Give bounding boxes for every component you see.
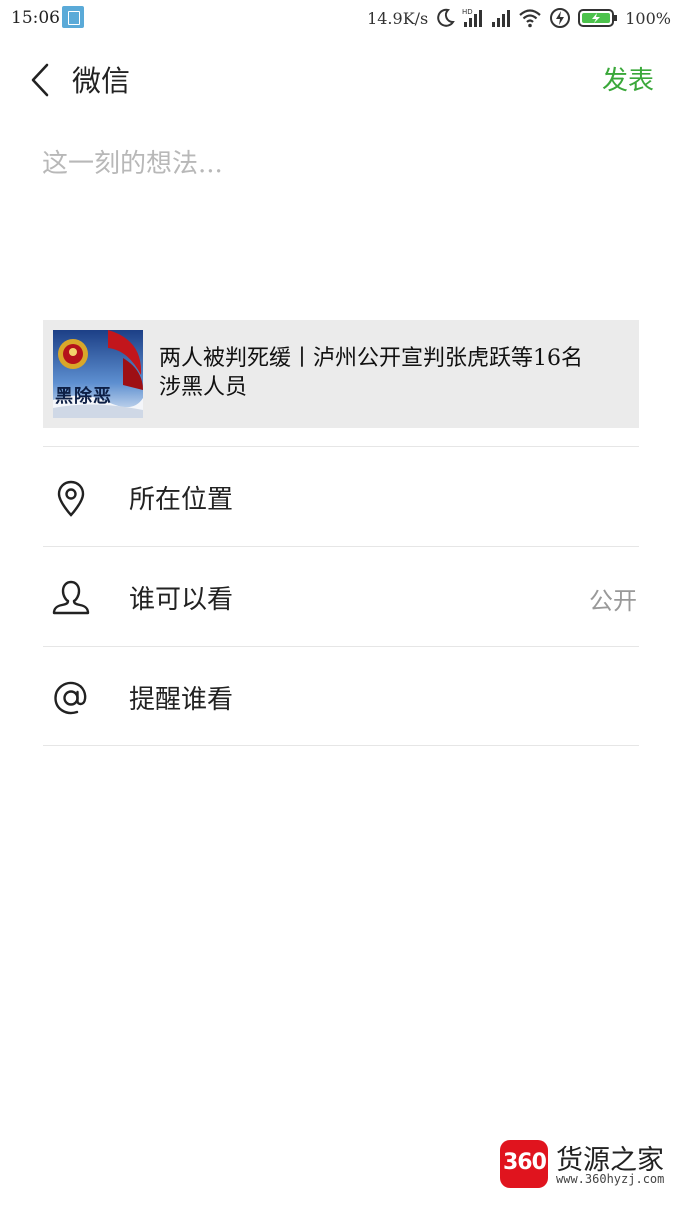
person-icon [52,580,90,615]
location-label: 所在位置 [129,485,234,515]
at-icon [54,681,87,715]
location-pin-icon [57,480,85,517]
shared-article-card[interactable]: 黑除恶 两人被判死缓丨泸州公开宣判张虎跃等16名涉黑人员 [43,320,639,428]
charging-icon [550,8,571,28]
visibility-row[interactable]: 谁可以看 公开 [43,547,639,645]
page-title: 微信 [72,64,131,98]
mention-row[interactable]: 提醒谁看 [43,647,639,745]
visibility-label: 谁可以看 [129,585,234,615]
article-thumbnail-text: 黑除恶 [55,386,112,407]
calendar-icon [62,6,84,28]
status-bar: 15:06 14.9K/s HD 100% [0,0,682,36]
divider [43,745,639,746]
visibility-value: 公开 [589,587,637,615]
status-indicators: 14.9K/s HD 100% [367,6,671,30]
article-thumbnail: 黑除恶 [53,330,143,418]
mention-label: 提醒谁看 [129,685,234,715]
svg-text:HD: HD [462,8,473,16]
post-text-input[interactable] [42,143,642,303]
wifi-icon [519,9,541,28]
signal-icon [492,10,511,27]
publish-button[interactable]: 发表 [602,60,654,97]
network-speed: 14.9K/s [367,8,429,28]
article-title: 两人被判死缓丨泸州公开宣判张虎跃等16名涉黑人员 [159,346,583,400]
chevron-left-icon [31,63,49,97]
watermark-logo: 360 [500,1140,548,1188]
battery-percent: 100% [625,8,671,28]
moon-icon [437,8,456,27]
status-time: 15:06 [11,8,60,28]
location-row[interactable]: 所在位置 [43,447,639,545]
watermark-logo-text: 360 [503,1150,547,1175]
watermark-url: www.360hyzj.com [556,1172,665,1186]
watermark: 360 货源之家 www.360hyzj.com [500,1138,680,1198]
battery-icon [578,9,618,27]
hd-signal-icon: HD [462,8,483,27]
back-button[interactable] [20,60,60,100]
